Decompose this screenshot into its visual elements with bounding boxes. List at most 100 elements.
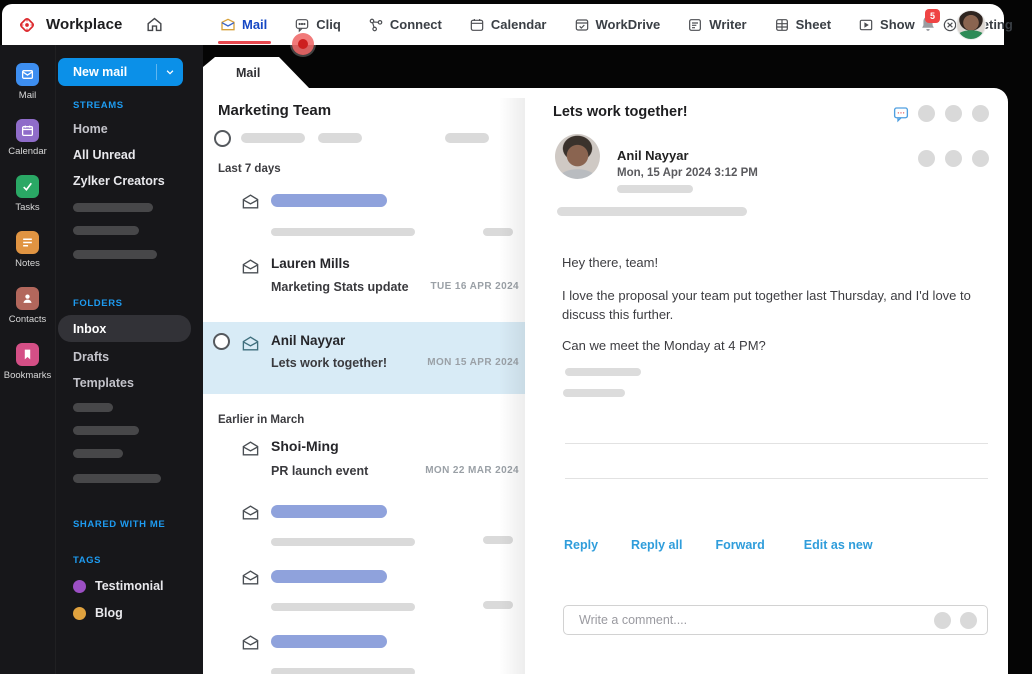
signature-placeholder-bar xyxy=(565,368,641,376)
sidebar-item-zylker-creators[interactable]: Zylker Creators xyxy=(73,174,165,188)
rail-item-bookmarks[interactable]: Bookmarks xyxy=(4,343,51,381)
placeholder-bar xyxy=(73,474,161,483)
reply-all-button[interactable]: Reply all xyxy=(631,538,682,552)
sidebar-item-inbox[interactable]: Inbox xyxy=(58,315,191,342)
comment-bubble-icon[interactable] xyxy=(892,105,910,123)
attach-placeholder-button[interactable] xyxy=(960,611,977,629)
workplace-logo-icon xyxy=(19,17,35,32)
group-label: Last 7 days xyxy=(218,163,281,175)
click-indicator xyxy=(292,33,314,55)
nav-label: Mail xyxy=(242,17,268,32)
placeholder-bar xyxy=(271,668,415,674)
placeholder-bar xyxy=(73,403,113,412)
streams-section-label: STREAMS xyxy=(73,100,124,111)
sender-name: Lauren Mills xyxy=(271,256,350,271)
reply-button[interactable]: Reply xyxy=(564,538,598,552)
message-subject: Lets work together! xyxy=(553,104,688,120)
nav-label: Calendar xyxy=(490,17,547,32)
message-action-placeholder[interactable] xyxy=(945,150,962,167)
topbar-right: 5 xyxy=(918,4,986,45)
forward-button[interactable]: Forward xyxy=(715,538,764,552)
edit-as-new-button[interactable]: Edit as new xyxy=(804,538,873,552)
placeholder-bar xyxy=(617,185,693,193)
header-action-placeholder[interactable] xyxy=(918,105,935,122)
notification-badge: 5 xyxy=(925,8,940,23)
unread-sender-bar xyxy=(271,570,387,583)
list-item-anil-nayyar-selected[interactable]: Anil Nayyar Lets work together! MON 15 A… xyxy=(203,322,525,394)
comment-input[interactable] xyxy=(564,613,934,627)
message-action-placeholder[interactable] xyxy=(918,150,935,167)
app-rail: Mail Calendar Tasks Notes Contacts Bookm… xyxy=(0,45,55,674)
rail-item-contacts[interactable]: Contacts xyxy=(8,287,47,325)
nav-item-writer[interactable]: Writer xyxy=(687,4,747,45)
rail-item-calendar[interactable]: Calendar xyxy=(8,119,47,157)
mail-subject: Marketing Stats update xyxy=(271,280,409,294)
sender-name: Anil Nayyar xyxy=(271,333,346,348)
home-icon xyxy=(146,17,162,32)
mail-list: Marketing Team Last 7 days Lauren Mills … xyxy=(203,88,525,674)
list-title: Marketing Team xyxy=(218,102,332,119)
content-sheet: Marketing Team Last 7 days Lauren Mills … xyxy=(203,88,1008,674)
tag-item-testimonial[interactable]: Testimonial xyxy=(73,579,164,593)
emoji-placeholder-button[interactable] xyxy=(934,611,951,629)
select-mail-checkbox[interactable] xyxy=(213,333,230,350)
signature-placeholder-bar xyxy=(563,389,625,397)
message-action-placeholder[interactable] xyxy=(972,150,989,167)
nav-item-mail[interactable]: Mail xyxy=(217,4,272,45)
group-label: Earlier in March xyxy=(218,414,305,426)
placeholder-bar xyxy=(73,250,157,259)
rail-item-mail[interactable]: Mail xyxy=(16,63,39,101)
tag-item-blog[interactable]: Blog xyxy=(73,606,123,620)
sidebar-item-home[interactable]: Home xyxy=(73,122,108,136)
sidebar-item-templates[interactable]: Templates xyxy=(73,376,134,390)
nav-item-calendar[interactable]: Calendar xyxy=(469,4,547,45)
placeholder-bar xyxy=(557,207,747,216)
placeholder-bar xyxy=(73,226,139,235)
home-button[interactable] xyxy=(145,15,164,34)
sender-name: Anil Nayyar xyxy=(617,148,689,163)
new-mail-dropdown[interactable] xyxy=(157,67,183,77)
nav-item-show[interactable]: Show xyxy=(858,4,915,45)
nav-label: Show xyxy=(880,17,915,32)
unread-sender-bar xyxy=(271,194,387,207)
rail-label: Contacts xyxy=(8,314,47,325)
tab-mail[interactable]: Mail xyxy=(203,57,310,89)
nav-item-connect[interactable]: Connect xyxy=(368,4,442,45)
sidebar-item-all-unread[interactable]: All Unread xyxy=(73,148,136,162)
list-scrollbar[interactable] xyxy=(499,98,525,674)
notifications-button[interactable]: 5 xyxy=(918,8,940,37)
envelope-icon xyxy=(242,259,259,274)
shared-section-label: SHARED WITH ME xyxy=(73,519,166,530)
envelope-icon xyxy=(242,570,259,585)
rail-item-notes[interactable]: Notes xyxy=(15,231,40,269)
placeholder-bar xyxy=(271,538,415,546)
tag-label: Testimonial xyxy=(95,579,164,593)
placeholder-bar xyxy=(73,426,139,435)
tags-section-label: TAGS xyxy=(73,555,102,566)
user-avatar[interactable] xyxy=(956,9,986,40)
app-window: Workplace Mail Cliq Connect Calendar Wor… xyxy=(0,0,1032,674)
envelope-icon xyxy=(242,441,259,456)
envelope-icon xyxy=(242,336,259,351)
header-action-placeholder[interactable] xyxy=(972,105,989,122)
nav-label: WorkDrive xyxy=(595,17,661,32)
sidebar-item-drafts[interactable]: Drafts xyxy=(73,350,109,364)
new-mail-button[interactable]: New mail xyxy=(58,58,183,86)
placeholder-bar xyxy=(318,133,362,143)
reading-pane: Lets work together! Anil Nayyar Mon, 15 … xyxy=(525,88,1008,674)
tab-mail-label: Mail xyxy=(236,66,261,80)
new-mail-label: New mail xyxy=(73,65,128,79)
header-action-placeholder[interactable] xyxy=(945,105,962,122)
rail-item-tasks[interactable]: Tasks xyxy=(15,175,40,213)
bookmarks-app-icon xyxy=(15,343,39,366)
brand-name: Workplace xyxy=(46,16,123,33)
nav-item-sheet[interactable]: Sheet xyxy=(774,4,831,45)
mail-app-icon xyxy=(16,63,39,86)
workdrive-icon xyxy=(575,18,588,31)
comment-actions xyxy=(934,611,987,629)
select-all-checkbox[interactable] xyxy=(214,130,231,147)
calendar-icon xyxy=(470,18,484,31)
placeholder-bar xyxy=(73,449,123,458)
nav-item-workdrive[interactable]: WorkDrive xyxy=(574,4,661,45)
nav-label: Connect xyxy=(389,17,442,32)
